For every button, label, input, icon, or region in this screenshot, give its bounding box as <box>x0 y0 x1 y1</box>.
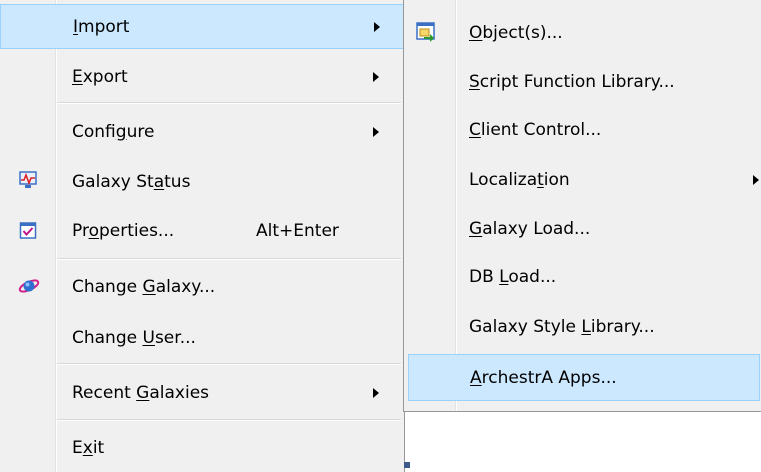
menu-item-galaxy-status-label: Galaxy Status <box>72 171 191 192</box>
menu-item-export[interactable]: Export <box>0 54 404 99</box>
submenu-item-galaxy-load[interactable]: Galaxy Load... <box>406 206 760 251</box>
submenu-item-galaxy-load-label: Galaxy Load... <box>469 218 591 239</box>
submenu-arrow-icon <box>373 387 379 398</box>
menu-separator <box>57 419 401 421</box>
submenu-arrow-icon <box>373 126 379 137</box>
import-submenu: Object(s)... Script Function Library... … <box>403 0 761 412</box>
properties-icon <box>19 222 37 239</box>
menu-item-import-label: Import <box>73 16 130 37</box>
menu-item-configure-label: Configure <box>72 121 155 142</box>
menu-item-recent-galaxies-label: Recent Galaxies <box>72 382 210 403</box>
menu-separator <box>57 102 401 104</box>
submenu-arrow-icon <box>374 21 380 32</box>
galaxy-status-icon <box>19 171 37 188</box>
submenu-item-archestra-apps[interactable]: ArchestrA Apps... <box>408 354 760 401</box>
submenu-item-client-control-label: Client Control... <box>469 119 602 140</box>
submenu-item-objects-label: Object(s)... <box>469 22 563 43</box>
submenu-item-db-load-label: DB Load... <box>469 266 557 287</box>
menu-item-configure[interactable]: Configure <box>0 109 404 154</box>
menu-item-exit-label: Exit <box>72 437 105 458</box>
submenu-item-script-function-library[interactable]: Script Function Library... <box>406 59 760 104</box>
menu-item-export-label: Export <box>72 66 128 87</box>
submenu-item-objects[interactable]: Object(s)... <box>406 10 760 55</box>
background-icon-fragment <box>404 462 410 468</box>
properties-shortcut: Alt+Enter <box>256 220 339 241</box>
submenu-item-galaxy-style-library[interactable]: Galaxy Style Library... <box>406 304 760 349</box>
menu-item-change-user[interactable]: Change User... <box>0 315 404 360</box>
menu-item-change-galaxy-label: Change Galaxy... <box>72 276 216 297</box>
import-object-icon <box>416 22 435 42</box>
menu-item-change-galaxy[interactable]: Change Galaxy... <box>0 264 404 309</box>
file-menu: Import Export Configure Galaxy Status Pr… <box>0 0 405 472</box>
menu-item-galaxy-status[interactable]: Galaxy Status <box>0 159 404 204</box>
menu-item-recent-galaxies[interactable]: Recent Galaxies <box>0 370 404 415</box>
submenu-arrow-icon <box>373 71 379 82</box>
submenu-item-script-function-library-label: Script Function Library... <box>469 71 675 92</box>
submenu-item-localization[interactable]: Localization <box>406 157 760 202</box>
menu-item-properties[interactable]: Properties... Alt+Enter <box>0 208 404 253</box>
submenu-item-client-control[interactable]: Client Control... <box>406 107 760 152</box>
submenu-item-localization-label: Localization <box>469 169 570 190</box>
submenu-arrow-icon <box>753 174 759 185</box>
submenu-item-galaxy-style-library-label: Galaxy Style Library... <box>469 316 655 337</box>
menu-item-import[interactable]: Import <box>0 4 404 49</box>
menu-separator <box>57 258 401 260</box>
menu-item-change-user-label: Change User... <box>72 327 196 348</box>
menu-item-exit[interactable]: Exit <box>0 425 404 470</box>
submenu-item-db-load[interactable]: DB Load... <box>406 254 760 299</box>
change-galaxy-icon <box>18 279 40 293</box>
menu-separator <box>57 363 401 365</box>
menu-item-properties-label: Properties... <box>72 220 175 241</box>
submenu-item-archestra-apps-label: ArchestrA Apps... <box>470 367 617 388</box>
